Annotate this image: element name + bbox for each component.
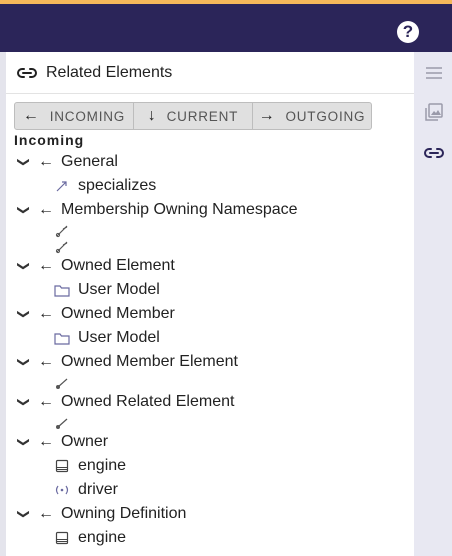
package-icon (54, 282, 70, 298)
direction-toggle: ← INCOMING ↓ CURRENT → OUTGOING (14, 102, 372, 130)
tree-item[interactable] (54, 223, 70, 239)
tree-item[interactable]: User Model (54, 327, 160, 349)
group-label: Owner (61, 433, 109, 450)
relationship-icon (54, 415, 70, 431)
chevron-down-icon[interactable]: ❯ (17, 354, 31, 370)
arrow-left-icon: ← (38, 505, 54, 522)
arrow-left-icon: ← (38, 353, 54, 370)
tree-item[interactable]: User Model (54, 279, 160, 301)
group-label: Membership Owning Namespace (61, 201, 298, 218)
link-icon[interactable] (423, 142, 445, 164)
item-label: engine (78, 529, 127, 546)
item-label: specializes (78, 177, 157, 194)
chevron-down-icon[interactable]: ❯ (17, 202, 31, 218)
related-elements-panel: Related Elements ← INCOMING ↓ CURRENT → … (6, 52, 414, 556)
tree-item[interactable] (54, 415, 70, 431)
tree-group-owning-definition[interactable]: ❯ ← Owning Definition (16, 503, 186, 525)
arrow-left-icon: ← (38, 201, 54, 218)
arrow-down-icon: ↓ (147, 107, 157, 124)
top-bar: ? (0, 4, 452, 52)
incoming-label: INCOMING (49, 108, 126, 124)
group-label: Owned Related Element (61, 393, 235, 410)
arrow-left-icon: ← (38, 433, 54, 450)
outgoing-button[interactable]: → OUTGOING (253, 103, 371, 129)
chevron-down-icon[interactable]: ❯ (17, 394, 31, 410)
arrow-right-icon: → (258, 107, 276, 124)
arrow-left-icon: ← (38, 257, 54, 274)
help-icon[interactable]: ? (397, 21, 419, 43)
arrow-left-icon: ← (22, 107, 40, 124)
group-label: Owning Definition (61, 505, 187, 522)
outgoing-label: OUTGOING (285, 108, 366, 124)
tree-group-owned-element[interactable]: ❯ ← Owned Element (16, 255, 175, 277)
membership-icon (54, 239, 70, 255)
current-button[interactable]: ↓ CURRENT (134, 103, 253, 129)
tree-item[interactable] (54, 375, 70, 391)
relationship-icon (54, 375, 70, 391)
item-label: User Model (78, 329, 160, 346)
tree-group-owned-member[interactable]: ❯ ← Owned Member (16, 303, 175, 325)
tree-item[interactable] (54, 239, 70, 255)
part-definition-icon (54, 530, 70, 546)
tree-group-membership-owning-namespace[interactable]: ❯ ← Membership Owning Namespace (16, 199, 298, 221)
chevron-down-icon[interactable]: ❯ (17, 258, 31, 274)
port-icon (54, 482, 70, 498)
part-definition-icon (54, 458, 70, 474)
item-label: User Model (78, 281, 160, 298)
group-label: Owned Element (61, 257, 175, 274)
group-label: Owned Member Element (61, 353, 238, 370)
chevron-down-icon[interactable]: ❯ (17, 434, 31, 450)
incoming-button[interactable]: ← INCOMING (15, 103, 134, 129)
group-label: Owned Member (61, 305, 175, 322)
tree-item[interactable]: engine (54, 527, 126, 549)
chevron-down-icon[interactable]: ❯ (17, 154, 31, 170)
tree-item[interactable]: driver (54, 479, 118, 501)
arrow-left-icon: ← (38, 153, 54, 170)
arrow-left-icon: ← (38, 305, 54, 322)
tree-group-owned-member-element[interactable]: ❯ ← Owned Member Element (16, 351, 238, 373)
section-label: Incoming (14, 132, 85, 148)
arrow-left-icon: ← (38, 393, 54, 410)
package-icon (54, 330, 70, 346)
group-label: General (61, 153, 118, 170)
right-sidebar (414, 52, 452, 556)
chevron-down-icon[interactable]: ❯ (17, 506, 31, 522)
tree-group-general[interactable]: ❯ ← General (16, 151, 118, 173)
tree-group-owned-related-element[interactable]: ❯ ← Owned Related Element (16, 391, 234, 413)
tree-item[interactable]: engine (54, 455, 126, 477)
panel-header: Related Elements (6, 52, 414, 94)
chevron-down-icon[interactable]: ❯ (17, 306, 31, 322)
link-icon (16, 65, 38, 86)
tree-group-owner[interactable]: ❯ ← Owner (16, 431, 108, 453)
membership-icon (54, 223, 70, 239)
tree-item[interactable]: specializes (54, 175, 156, 197)
menu-icon[interactable] (423, 62, 445, 84)
current-label: CURRENT (166, 108, 239, 124)
item-label: driver (78, 481, 119, 498)
specialization-icon (54, 178, 70, 194)
item-label: engine (78, 457, 127, 474)
panel-title: Related Elements (46, 64, 173, 81)
gallery-icon[interactable] (423, 101, 445, 123)
